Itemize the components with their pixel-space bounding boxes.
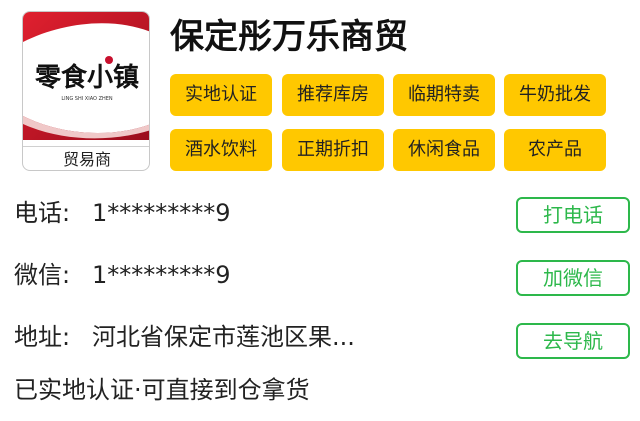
phone-label: 电话:: [14, 199, 71, 227]
shop-logo-card[interactable]: 零食小镇 LING SHI XIAO ZHEN 贸易商: [22, 11, 150, 171]
wechat-value: 1*********9: [92, 261, 231, 289]
tag-item[interactable]: 休闲食品: [393, 129, 495, 171]
tag-item[interactable]: 牛奶批发: [504, 74, 606, 116]
tag-item[interactable]: 正期折扣: [282, 129, 384, 171]
logo-subtext: LING SHI XIAO ZHEN: [61, 96, 113, 102]
wechat-label: 微信:: [14, 261, 71, 289]
address-value: 河北省保定市莲池区果...: [92, 323, 355, 351]
navigate-button[interactable]: 去导航: [516, 323, 630, 359]
shop-logo-image: 零食小镇 LING SHI XIAO ZHEN: [23, 12, 149, 140]
logo-text: 零食小镇: [35, 62, 139, 93]
phone-value: 1*********9: [92, 199, 231, 227]
tag-item[interactable]: 临期特卖: [393, 74, 495, 116]
add-wechat-button[interactable]: 加微信: [516, 260, 630, 296]
verification-note: 已实地认证·可直接到仓拿货: [14, 376, 310, 404]
tag-item[interactable]: 实地认证: [170, 74, 272, 116]
call-button[interactable]: 打电话: [516, 197, 630, 233]
merchant-type-badge: 贸易商: [23, 146, 149, 170]
address-label: 地址:: [14, 323, 71, 351]
tag-item[interactable]: 酒水饮料: [170, 129, 272, 171]
tag-item[interactable]: 农产品: [504, 129, 606, 171]
tag-item[interactable]: 推荐库房: [282, 74, 384, 116]
shop-name: 保定彤万乐商贸: [170, 17, 408, 57]
